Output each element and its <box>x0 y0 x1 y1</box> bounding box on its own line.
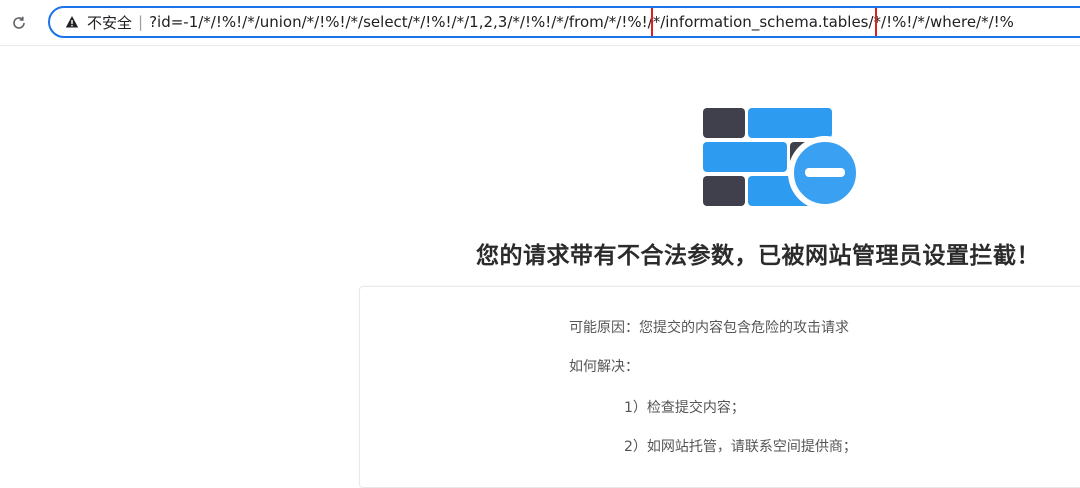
url-text[interactable]: ?id=-1/*/!%!/*/union/*/!%!/*/select/*/!%… <box>149 8 1014 36</box>
block-title: 您的请求带有不合法参数，已被网站管理员设置拦截！ <box>476 243 1040 269</box>
wall-brick <box>703 108 745 138</box>
firewall-blocked-icon <box>703 108 862 210</box>
wall-brick <box>703 142 787 172</box>
warning-icon[interactable] <box>65 15 79 29</box>
reload-icon <box>13 16 25 29</box>
how-to-solve-label: 如何解决： <box>569 359 639 375</box>
url-suffix: */!%!/*/where/*/!% <box>873 13 1014 31</box>
solution-step: 1）检查提交内容； <box>624 400 745 416</box>
minus-badge-icon <box>788 136 862 210</box>
address-bar[interactable]: 不安全 | ?id=-1/*/!%!/*/union/*/!%!/*/selec… <box>48 6 1080 38</box>
solution-step: 2）如网站托管，请联系空间提供商； <box>624 439 857 455</box>
address-separator: | <box>138 13 144 31</box>
wall-brick <box>703 176 745 206</box>
url-highlighted-segment: */information_schema.tables/ <box>650 8 877 36</box>
url-highlight-text: */information_schema.tables/ <box>652 13 874 31</box>
toolbar-divider <box>0 45 1080 46</box>
reload-button[interactable] <box>6 10 32 36</box>
browser-toolbar: 不安全 | ?id=-1/*/!%!/*/union/*/!%!/*/selec… <box>0 0 1080 46</box>
url-prefix: ?id=-1/*/!%!/*/union/*/!%!/*/select/*/!%… <box>149 13 653 31</box>
reason-text: 可能原因：您提交的内容包含危险的攻击请求 <box>569 320 849 336</box>
wall-brick <box>748 108 832 138</box>
security-status-label[interactable]: 不安全 <box>87 12 132 33</box>
